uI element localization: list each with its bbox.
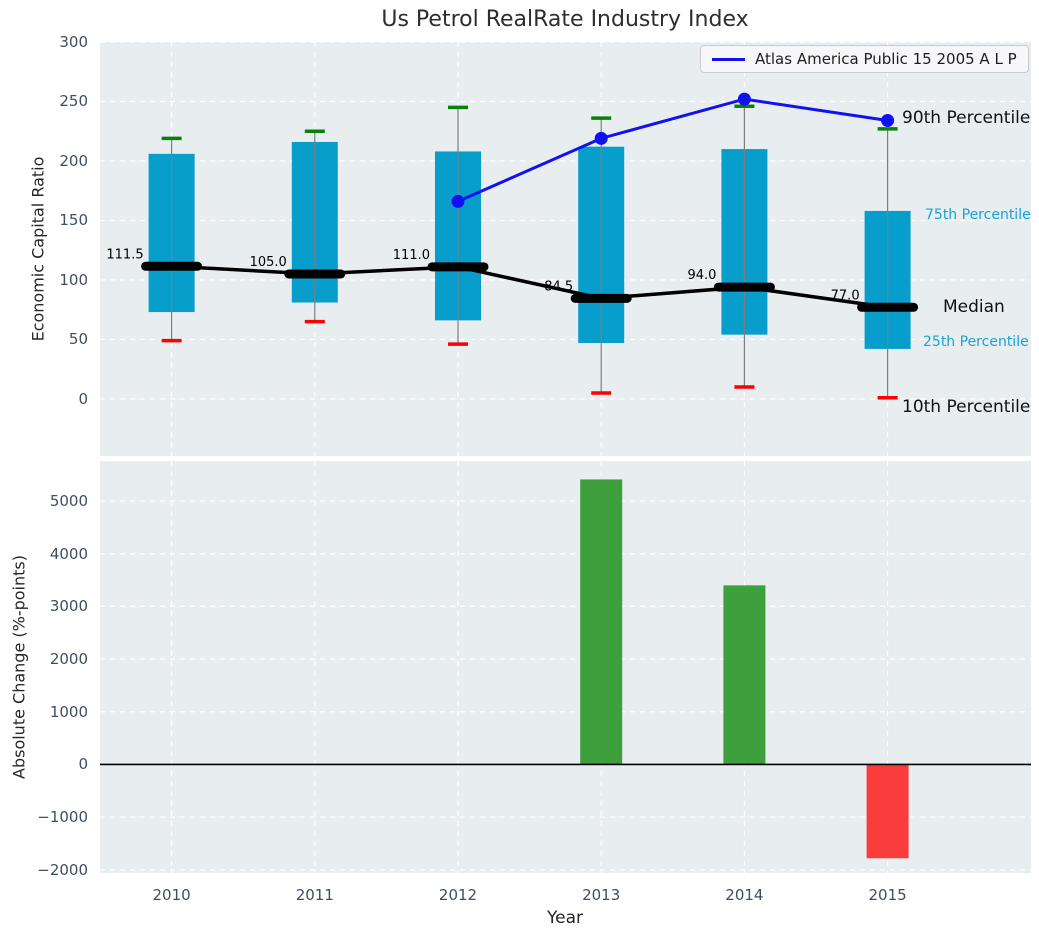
company-line-marker <box>881 114 894 127</box>
label-75th-percentile: 75th Percentile <box>925 207 1031 223</box>
top-y-tick-label: 300 <box>0 33 88 51</box>
median-value-label: 94.0 <box>687 268 716 283</box>
company-line <box>458 99 888 201</box>
bottom-chart-canvas <box>100 461 1031 873</box>
legend: Atlas America Public 15 2005 A L P <box>700 45 1029 73</box>
top-y-axis-label: Economic Capital Ratio <box>29 157 48 342</box>
top-panel-percentile-chart: 111.5 105.0 111.0 84.5 94.0 77.0 <box>100 42 1031 456</box>
median-value-label: 111.5 <box>106 247 143 262</box>
change-bar-negative <box>867 764 909 858</box>
top-y-tick-label: 250 <box>0 92 88 110</box>
company-line-marker <box>738 93 751 106</box>
median-value-label: 84.5 <box>544 279 573 294</box>
bottom-y-tick-label: 4000 <box>0 545 88 563</box>
bottom-y-tick-label: 0 <box>0 755 88 773</box>
top-y-tick-label: 50 <box>0 330 88 348</box>
bottom-y-tick-label: 5000 <box>0 492 88 510</box>
x-tick-label: 2015 <box>869 886 907 904</box>
company-line-marker <box>595 132 608 145</box>
change-bar-positive <box>723 585 765 764</box>
top-y-tick-label: 200 <box>0 152 88 170</box>
top-chart-canvas: 111.5 105.0 111.0 84.5 94.0 77.0 <box>100 42 1031 456</box>
bottom-panel-change-chart <box>100 461 1031 873</box>
x-tick-label: 2013 <box>582 886 620 904</box>
figure: Us Petrol RealRate Industry Index 111.51… <box>0 0 1039 942</box>
bottom-y-tick-label: −2000 <box>0 861 88 879</box>
bottom-y-tick-label: −1000 <box>0 808 88 826</box>
label-90th-percentile: 90th Percentile <box>902 108 1030 128</box>
x-tick-label: 2011 <box>296 886 334 904</box>
median-line <box>172 266 888 307</box>
median-value-label: 105.0 <box>250 255 287 270</box>
company-line-marker <box>452 195 465 208</box>
median-value-label: 111.0 <box>393 248 430 263</box>
page-title: Us Petrol RealRate Industry Index <box>381 7 748 32</box>
label-10th-percentile: 10th Percentile <box>902 397 1030 417</box>
label-25th-percentile: 25th Percentile <box>923 334 1029 350</box>
top-y-tick-label: 150 <box>0 211 88 229</box>
legend-line-sample <box>712 58 745 61</box>
legend-label: Atlas America Public 15 2005 A L P <box>755 50 1017 68</box>
change-bar-positive <box>580 479 622 764</box>
x-tick-label: 2012 <box>439 886 477 904</box>
x-tick-label: 2014 <box>725 886 763 904</box>
top-y-tick-label: 100 <box>0 271 88 289</box>
x-tick-label: 2010 <box>153 886 191 904</box>
bottom-y-tick-label: 3000 <box>0 597 88 615</box>
bottom-y-tick-label: 2000 <box>0 650 88 668</box>
median-value-label: 77.0 <box>831 288 860 303</box>
label-median: Median <box>943 297 1005 317</box>
x-axis-label: Year <box>547 908 583 928</box>
bottom-y-tick-label: 1000 <box>0 703 88 721</box>
top-y-tick-label: 0 <box>0 390 88 408</box>
